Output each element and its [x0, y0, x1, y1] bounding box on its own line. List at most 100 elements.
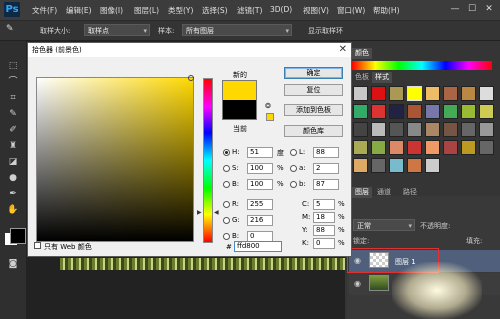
style-tile[interactable] [461, 122, 476, 137]
tab-layers[interactable]: 图层 [352, 187, 372, 198]
brightness-input[interactable]: 100 [247, 179, 273, 190]
menu-3d[interactable]: 3D(D) [270, 5, 292, 14]
style-tile[interactable] [407, 140, 422, 155]
style-tile[interactable] [479, 140, 494, 155]
menu-layer[interactable]: 图层(L) [134, 5, 159, 16]
menu-type[interactable]: 类型(Y) [168, 5, 193, 16]
style-tile[interactable] [443, 86, 458, 101]
style-tile[interactable] [443, 122, 458, 137]
tab-color[interactable]: 颜色 [352, 48, 372, 59]
style-tile[interactable] [443, 140, 458, 155]
web-safe-swatch[interactable] [266, 113, 274, 121]
blend-mode-select[interactable]: 正常 [353, 219, 415, 232]
style-tile[interactable] [353, 140, 368, 155]
style-tile[interactable] [461, 104, 476, 119]
saturation-input[interactable]: 100 [247, 163, 273, 174]
lightness-input[interactable]: 88 [313, 147, 339, 158]
crop-tool-icon[interactable]: ⌗ [6, 92, 20, 105]
style-tile[interactable] [425, 104, 440, 119]
black-input[interactable]: 0 [313, 238, 335, 249]
style-tile[interactable] [425, 140, 440, 155]
style-tile[interactable] [407, 122, 422, 137]
only-web-colors-checkbox[interactable] [34, 242, 41, 249]
style-tile[interactable] [389, 104, 404, 119]
brush-tool-icon[interactable]: ✐ [6, 124, 20, 137]
magenta-input[interactable]: 18 [313, 212, 335, 223]
reset-button[interactable]: 复位 [284, 84, 343, 96]
style-tile[interactable] [371, 86, 386, 101]
style-tile[interactable] [479, 122, 494, 137]
style-tile[interactable] [407, 104, 422, 119]
style-tile[interactable] [389, 122, 404, 137]
color-field-marker[interactable] [188, 75, 194, 81]
style-tile[interactable] [425, 86, 440, 101]
color-libraries-button[interactable]: 颜色库 [284, 125, 343, 137]
saturation-brightness-field[interactable] [36, 77, 194, 242]
menu-filter[interactable]: 滤镜(T) [237, 5, 262, 16]
eraser-tool-icon[interactable]: ◪ [6, 156, 20, 169]
color-ramp[interactable] [352, 61, 492, 70]
style-tile[interactable] [461, 86, 476, 101]
hue-slider-left-arrow-icon[interactable]: ▶ [197, 209, 202, 216]
style-tile[interactable] [407, 158, 422, 173]
hex-input[interactable]: ffd800 [234, 241, 282, 252]
close-icon[interactable]: ✕ [339, 43, 347, 57]
dodge-tool-icon[interactable]: ● [6, 172, 20, 185]
saturation-radio[interactable] [223, 165, 230, 172]
yellow-input[interactable]: 88 [313, 225, 335, 236]
visibility-eye-icon[interactable]: ◉ [354, 279, 361, 288]
style-tile[interactable] [371, 158, 386, 173]
eyedropper-icon[interactable]: ✎ [6, 24, 14, 34]
style-tile[interactable] [353, 122, 368, 137]
menu-edit[interactable]: 编辑(E) [66, 5, 92, 16]
style-tile[interactable] [425, 122, 440, 137]
hue-radio[interactable] [223, 149, 230, 156]
style-tile[interactable] [389, 86, 404, 101]
style-tile[interactable] [389, 158, 404, 173]
style-tile[interactable] [461, 140, 476, 155]
brightness-radio[interactable] [223, 181, 230, 188]
style-tile[interactable] [353, 86, 368, 101]
a-channel-input[interactable]: 2 [313, 163, 339, 174]
menu-image[interactable]: 图像(I) [100, 5, 123, 16]
sample-select[interactable]: 所有图层 [182, 24, 292, 37]
maximize-button[interactable]: ☐ [465, 3, 479, 15]
style-tile[interactable] [479, 104, 494, 119]
b-channel-input[interactable]: 87 [313, 179, 339, 190]
style-tile[interactable] [407, 86, 422, 101]
eyedropper-tool-icon[interactable]: ✎ [6, 108, 20, 121]
current-color-swatch[interactable] [222, 100, 257, 120]
menu-help[interactable]: 帮助(H) [373, 5, 400, 16]
pen-tool-icon[interactable]: ✒ [6, 188, 20, 201]
red-radio[interactable] [223, 201, 230, 208]
tab-channels[interactable]: 通道 [374, 187, 394, 198]
style-tile[interactable] [443, 104, 458, 119]
minimize-button[interactable]: — [448, 3, 462, 15]
add-to-swatches-button[interactable]: 添加到色板 [284, 104, 343, 116]
menu-view[interactable]: 视图(V) [303, 5, 329, 16]
hue-slider[interactable] [203, 78, 213, 243]
hue-slider-right-arrow-icon[interactable]: ◀ [214, 209, 219, 216]
menu-select[interactable]: 选择(S) [202, 5, 228, 16]
b-channel-radio[interactable] [290, 181, 297, 188]
hand-tool-icon[interactable]: ✋ [6, 204, 20, 217]
ok-button[interactable]: 确定 [284, 67, 343, 79]
style-tile[interactable] [371, 140, 386, 155]
menu-file[interactable]: 文件(F) [32, 5, 57, 16]
foreground-color-swatch[interactable] [10, 228, 26, 244]
cyan-input[interactable]: 5 [313, 199, 335, 210]
tab-styles[interactable]: 样式 [372, 72, 392, 83]
style-tile[interactable] [353, 158, 368, 173]
style-tile[interactable] [479, 86, 494, 101]
hue-input[interactable]: 51 [247, 147, 273, 158]
menu-window[interactable]: 窗口(W) [337, 5, 365, 16]
style-tile[interactable] [389, 140, 404, 155]
tab-swatches[interactable]: 色板 [352, 72, 372, 83]
stamp-tool-icon[interactable]: ♜ [6, 140, 20, 153]
red-input[interactable]: 255 [247, 199, 273, 210]
sample-size-select[interactable]: 取样点 [84, 24, 150, 37]
tab-paths[interactable]: 路径 [400, 187, 420, 198]
style-tile[interactable] [353, 104, 368, 119]
blue-radio[interactable] [223, 233, 230, 240]
green-input[interactable]: 216 [247, 215, 273, 226]
